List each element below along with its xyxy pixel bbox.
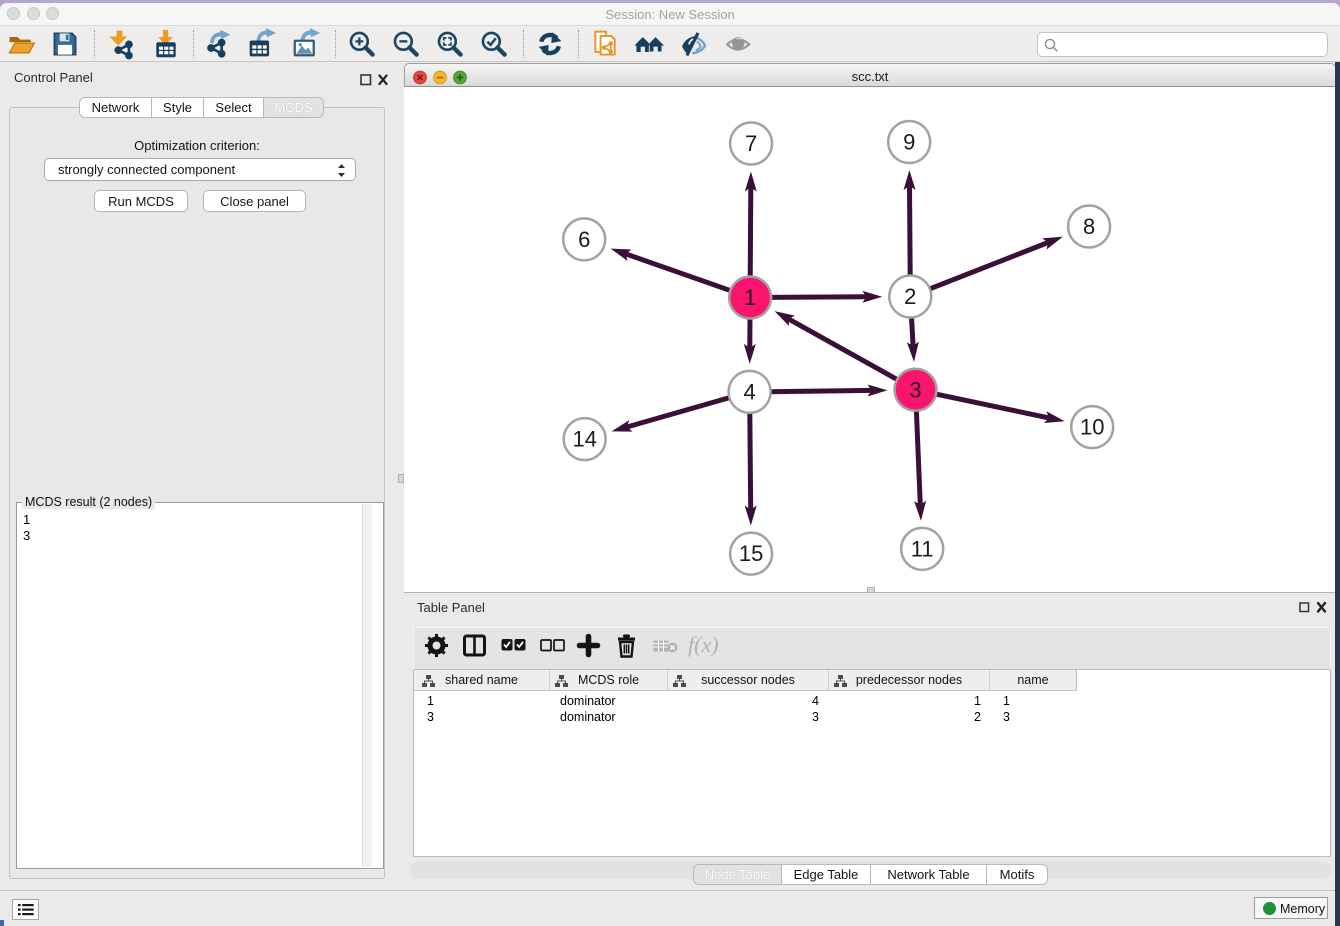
- svg-text:15: 15: [739, 541, 763, 566]
- svg-text:11: 11: [911, 536, 934, 561]
- svg-text:7: 7: [745, 131, 757, 156]
- svg-text:6: 6: [578, 227, 590, 252]
- svg-text:9: 9: [903, 130, 915, 155]
- svg-text:14: 14: [572, 427, 596, 452]
- svg-text:4: 4: [743, 379, 755, 404]
- svg-text:2: 2: [904, 284, 916, 309]
- svg-text:1: 1: [744, 285, 756, 310]
- svg-text:3: 3: [909, 377, 921, 402]
- svg-text:10: 10: [1080, 415, 1104, 440]
- svg-text:8: 8: [1083, 214, 1095, 239]
